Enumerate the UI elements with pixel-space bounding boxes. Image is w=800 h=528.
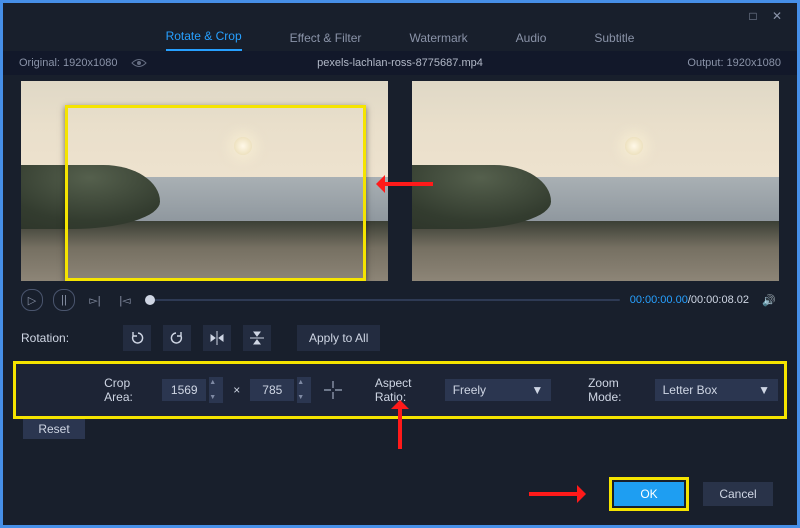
ok-button[interactable]: OK — [614, 482, 684, 506]
seek-handle[interactable] — [145, 295, 155, 305]
tab-rotate-crop[interactable]: Rotate & Crop — [166, 29, 242, 51]
crop-height-stepper[interactable]: ▲▼ — [297, 377, 311, 403]
play-button[interactable]: ▷ — [21, 289, 43, 311]
rotate-ccw-button[interactable] — [123, 325, 151, 351]
filename-label: pexels-lachlan-ross-8775687.mp4 — [3, 57, 797, 69]
close-button[interactable]: ✕ — [767, 7, 787, 25]
next-frame-button[interactable]: |◅ — [115, 290, 135, 310]
annotation-arrow-up — [391, 391, 409, 449]
tab-subtitle[interactable]: Subtitle — [594, 31, 634, 51]
maximize-button[interactable]: □ — [743, 7, 763, 25]
crop-area-label: Crop Area: — [104, 376, 152, 404]
tab-bar: Rotate & Crop Effect & Filter Watermark … — [3, 25, 797, 53]
preview-output — [412, 81, 779, 281]
rotate-cw-button[interactable] — [163, 325, 191, 351]
tab-effect-filter[interactable]: Effect & Filter — [290, 31, 362, 51]
crop-overlay[interactable] — [65, 105, 366, 281]
zoom-mode-label: Zoom Mode: — [588, 376, 645, 404]
preview-original[interactable] — [21, 81, 388, 281]
flip-vertical-button[interactable] — [243, 325, 271, 351]
aspect-ratio-select[interactable]: Freely▼ — [445, 379, 552, 401]
tab-watermark[interactable]: Watermark — [409, 31, 467, 51]
rotation-label: Rotation: — [21, 331, 69, 345]
apply-to-all-button[interactable]: Apply to All — [297, 325, 380, 351]
crop-height-input[interactable]: 785 — [250, 379, 294, 401]
crop-width-input[interactable]: 1569 — [162, 379, 206, 401]
annotation-arrow-left — [367, 175, 433, 193]
transport-bar: ▷ || ▻| |◅ 00:00:00.00/00:00:08.02 🔊 — [21, 289, 779, 311]
flip-horizontal-button[interactable] — [203, 325, 231, 351]
tab-audio[interactable]: Audio — [516, 31, 547, 51]
center-crop-icon[interactable] — [321, 377, 344, 403]
prev-frame-button[interactable]: ▻| — [85, 290, 105, 310]
volume-icon[interactable]: 🔊 — [759, 290, 779, 310]
cancel-button[interactable]: Cancel — [703, 482, 773, 506]
time-display: 00:00:00.00/00:00:08.02 — [630, 294, 749, 306]
annotation-arrow-right — [529, 485, 595, 503]
by-label: × — [233, 383, 240, 397]
info-strip: Original: 1920x1080 pexels-lachlan-ross-… — [3, 51, 797, 75]
reset-button[interactable]: Reset — [23, 419, 85, 439]
pause-button[interactable]: || — [53, 289, 75, 311]
chevron-down-icon: ▼ — [531, 383, 543, 397]
seek-bar[interactable] — [145, 299, 620, 301]
chevron-down-icon: ▼ — [758, 383, 770, 397]
zoom-mode-select[interactable]: Letter Box▼ — [655, 379, 778, 401]
crop-width-stepper[interactable]: ▲▼ — [209, 377, 223, 403]
